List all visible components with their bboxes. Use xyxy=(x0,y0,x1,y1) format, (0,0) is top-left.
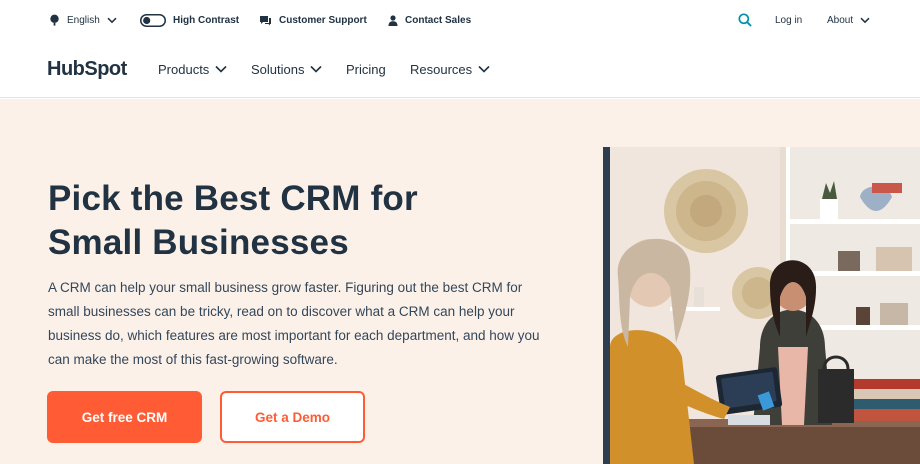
customer-support-link[interactable]: Customer Support xyxy=(259,0,367,40)
about-menu[interactable]: About xyxy=(827,0,870,40)
nav-resources-label: Resources xyxy=(410,61,473,77)
chevron-down-icon xyxy=(478,65,490,73)
shop-scene-illustration xyxy=(610,147,920,464)
language-selector[interactable]: English xyxy=(49,0,117,40)
nav-resources[interactable]: Resources xyxy=(410,40,490,98)
nav-solutions[interactable]: Solutions xyxy=(251,40,323,98)
customer-support-label: Customer Support xyxy=(279,14,367,26)
login-link[interactable]: Log in xyxy=(775,0,802,40)
high-contrast-label: High Contrast xyxy=(173,14,240,26)
contact-sales-label: Contact Sales xyxy=(405,14,472,26)
toggle-icon xyxy=(140,13,166,27)
get-a-demo-button[interactable]: Get a Demo xyxy=(220,391,365,443)
chat-icon xyxy=(260,15,271,25)
language-label: English xyxy=(67,14,100,26)
hero-title-line-1: Pick the Best CRM for xyxy=(48,179,418,218)
nav-pricing-label: Pricing xyxy=(346,61,386,77)
nav-products-label: Products xyxy=(158,61,210,77)
chevron-down-icon xyxy=(860,17,870,23)
hero-description: A CRM can help your small business grow … xyxy=(48,280,540,367)
main-nav: HubSpot Products Solutions Pricing Resou… xyxy=(0,40,920,98)
hero-title: Pick the Best CRM for Small Businesses xyxy=(48,177,568,265)
hero-section: Pick the Best CRM for Small Businesses A… xyxy=(0,99,920,464)
nav-solutions-label: Solutions xyxy=(251,61,305,77)
utility-bar: English High Contrast Customer Support C… xyxy=(0,0,920,40)
globe-icon xyxy=(50,14,59,26)
hubspot-logo[interactable]: HubSpot xyxy=(47,55,127,83)
chevron-down-icon xyxy=(215,65,227,73)
high-contrast-toggle[interactable]: High Contrast xyxy=(140,0,239,40)
login-label: Log in xyxy=(775,14,803,26)
search-button[interactable] xyxy=(738,0,752,40)
search-icon xyxy=(738,13,752,27)
contact-sales-link[interactable]: Contact Sales xyxy=(388,0,471,40)
about-label: About xyxy=(827,14,854,26)
hero-title-line-2: Small Businesses xyxy=(48,223,349,262)
photo-accent-bar xyxy=(603,147,610,464)
chevron-down-icon xyxy=(107,17,117,23)
hero-photo xyxy=(610,147,920,464)
person-icon xyxy=(388,14,398,26)
nav-pricing[interactable]: Pricing xyxy=(346,40,386,98)
chevron-down-icon xyxy=(310,65,323,73)
get-free-crm-button[interactable]: Get free CRM xyxy=(47,391,202,443)
nav-products[interactable]: Products xyxy=(158,40,227,98)
